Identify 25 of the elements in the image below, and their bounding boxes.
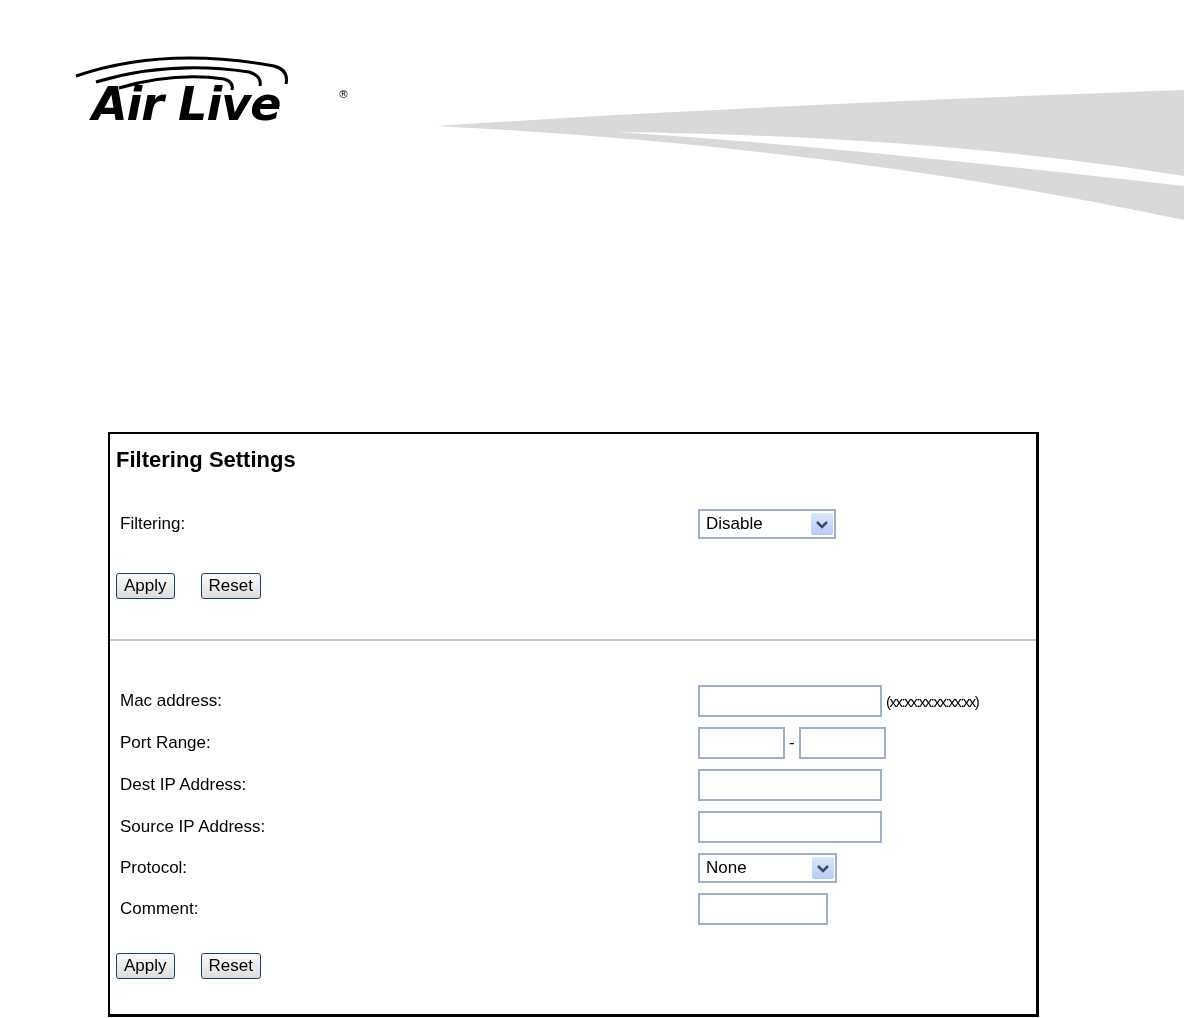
field-label: Protocol: xyxy=(120,858,189,878)
dropdown-caret-icon[interactable] xyxy=(811,513,833,535)
field-label: Port Range: xyxy=(120,733,212,753)
field-label: Source IP Address: xyxy=(120,817,267,837)
dropdown-caret-icon[interactable] xyxy=(812,857,834,879)
protocol-dropdown[interactable]: None xyxy=(698,853,837,883)
registered-mark: ® xyxy=(338,88,349,101)
input-field[interactable] xyxy=(798,727,886,759)
input-field[interactable] xyxy=(698,893,828,925)
format-hint: (xx:xx:xx:xx:xx:xx) xyxy=(886,692,979,710)
filtering-dropdown[interactable]: Disable xyxy=(698,509,836,539)
input-field[interactable] xyxy=(698,727,785,759)
range-separator: - xyxy=(789,733,795,753)
field-label: Mac address: xyxy=(120,691,224,711)
panel-title: Filtering Settings xyxy=(116,447,297,473)
field-label: Filtering: xyxy=(120,514,187,534)
apply-button[interactable]: Apply xyxy=(116,573,175,599)
input-field[interactable] xyxy=(698,769,882,801)
reset-button[interactable]: Reset xyxy=(200,573,261,599)
input-field[interactable] xyxy=(698,811,882,843)
field-label: Comment: xyxy=(120,899,200,919)
field-label: Dest IP Address: xyxy=(120,775,248,795)
reset-button[interactable]: Reset xyxy=(200,953,261,979)
input-field[interactable] xyxy=(698,685,882,717)
apply-button[interactable]: Apply xyxy=(116,953,175,979)
